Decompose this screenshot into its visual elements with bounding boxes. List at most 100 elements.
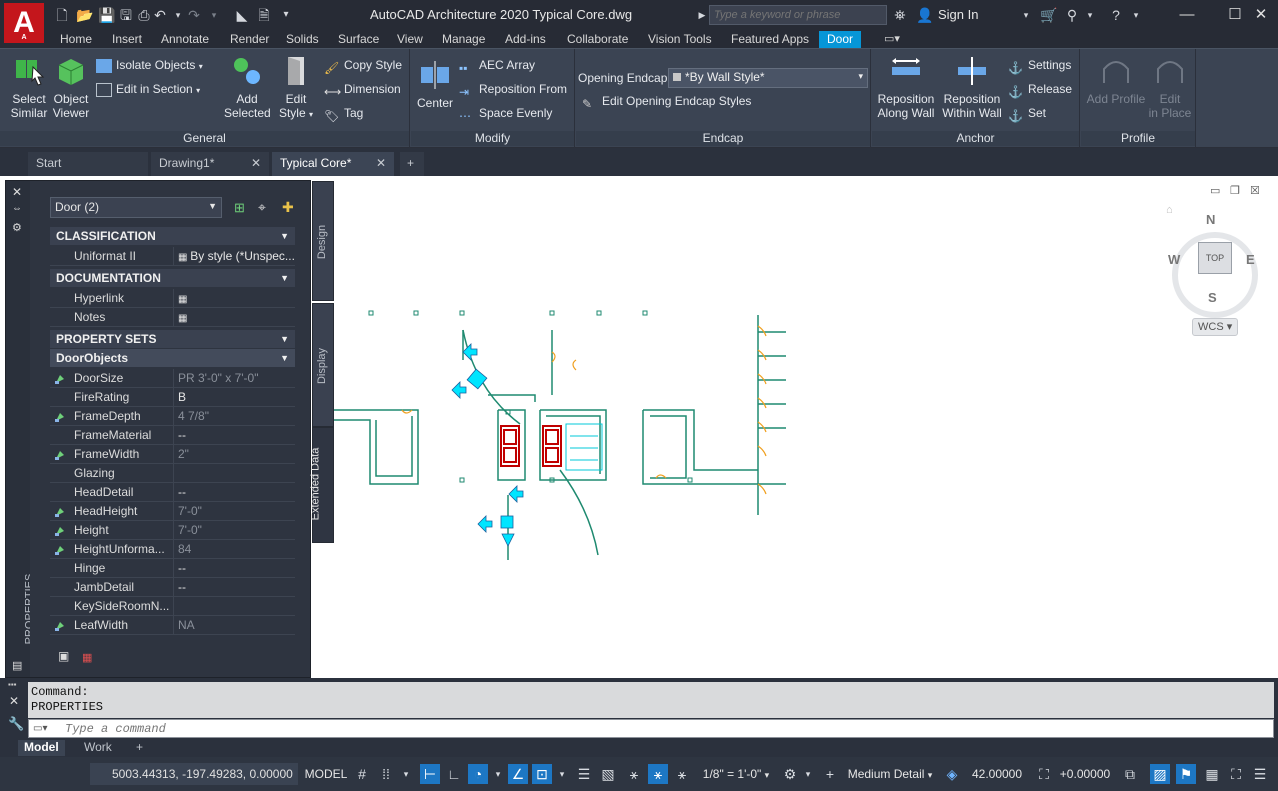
property-row[interactable]: Glazing <box>50 464 295 483</box>
property-value[interactable]: PR 3'-0" x 7'-0" <box>173 369 295 387</box>
property-row[interactable]: Notes ▦ <box>50 308 295 327</box>
hardware-acceleration-icon[interactable]: ▨ <box>1150 764 1170 784</box>
compass-south[interactable]: S <box>1208 290 1217 305</box>
property-value[interactable] <box>173 597 295 615</box>
sign-in-dropdown-icon[interactable]: ▾ <box>1018 7 1034 23</box>
grip-icon[interactable]: ▪▪▪ <box>8 680 17 689</box>
share-icon[interactable]: ◣ <box>234 7 250 23</box>
property-row[interactable]: FrameDepth 4 7/8" <box>50 407 295 426</box>
user-icon[interactable]: 👤 <box>916 7 933 23</box>
open-folder-icon[interactable]: 📂 <box>76 7 93 23</box>
fullscreen-icon[interactable]: ⛶ <box>1226 764 1246 784</box>
property-row[interactable]: JambDetail -- <box>50 578 295 597</box>
search-input[interactable] <box>709 5 887 25</box>
undo-dropdown-icon[interactable]: ▾ <box>170 7 186 23</box>
property-row[interactable]: LeafWidth NA <box>50 616 295 635</box>
transparency-icon[interactable]: ▧ <box>598 764 618 784</box>
isolate-objects-button[interactable]: Isolate Objects ▾ <box>96 56 203 74</box>
dimension-button[interactable]: ⟷ Dimension <box>324 80 401 99</box>
property-row[interactable]: Height 7'-0" <box>50 521 295 540</box>
reposition-within-wall-button[interactable]: Reposition Within Wall <box>940 55 1004 120</box>
add-selected-button[interactable]: Add Selected <box>224 55 271 120</box>
anchor-settings-button[interactable]: ⚓ Settings <box>1008 56 1071 75</box>
tab-work[interactable]: Work <box>78 740 118 756</box>
property-row[interactable]: FireRating B <box>50 388 295 407</box>
new-icon[interactable]: 🗋 <box>54 7 70 23</box>
save-icon[interactable]: 💾 <box>98 7 115 23</box>
ortho-icon[interactable]: ∟ <box>444 764 464 784</box>
application-menu-button[interactable]: AA <box>4 3 44 43</box>
command-customize-icon[interactable]: 🔧 <box>8 716 24 732</box>
home-icon[interactable]: ⌂ <box>1166 204 1173 216</box>
viewcube[interactable]: ⌂ N S E W TOP WCS ▾ <box>1160 200 1270 350</box>
tab-insert[interactable]: Insert <box>112 31 142 48</box>
tab-annotate[interactable]: Annotate <box>161 31 209 48</box>
object-snap-icon[interactable]: ⊡ <box>532 764 552 784</box>
copy-style-button[interactable]: 🖌 Copy Style <box>324 56 402 75</box>
doc-tab-drawing1[interactable]: Drawing1* ✕ <box>151 152 269 176</box>
property-value[interactable]: 7'-0" <box>173 502 295 520</box>
opening-endcap-dropdown[interactable]: *By Wall Style* ▾ <box>668 68 868 88</box>
property-row[interactable]: Hyperlink ▦ <box>50 289 295 308</box>
maximize-button[interactable]: ☐ <box>1224 4 1246 26</box>
select-similar-button[interactable]: Select Similar <box>6 55 52 120</box>
print-icon[interactable]: ⎙ <box>136 7 152 23</box>
aec-array-button[interactable]: ▪▪ AEC Array <box>459 56 535 75</box>
tab-featured-apps[interactable]: Featured Apps <box>731 31 809 48</box>
lineweight-icon[interactable]: ☰ <box>574 764 594 784</box>
command-menu-icon[interactable]: ▭▾ <box>33 723 47 734</box>
section-property-sets[interactable]: PROPERTY SETS ▼ <box>50 330 295 348</box>
redo-dropdown-icon[interactable]: ▾ <box>206 7 222 23</box>
polar-tracking-icon[interactable]: ◔ <box>468 764 488 784</box>
section-door-objects[interactable]: DoorObjects ▼ <box>50 349 295 367</box>
close-icon[interactable]: ✕ <box>251 152 261 174</box>
infer-constraints-icon[interactable]: ⊢ <box>420 764 440 784</box>
cart-icon[interactable]: 🛒 <box>1040 7 1057 23</box>
minimize-button[interactable]: — <box>1176 4 1198 26</box>
section-classification[interactable]: CLASSIFICATION ▼ <box>50 227 295 245</box>
export-icon[interactable]: 🗎 <box>256 7 272 23</box>
close-button[interactable]: ✕ <box>1250 4 1272 26</box>
palette-autohide-icon[interactable]: ⇔ <box>12 203 22 214</box>
property-value[interactable]: 2" <box>173 445 295 463</box>
pickadd-icon[interactable]: ✚ <box>282 199 294 216</box>
quick-select-icon[interactable]: ⊞ <box>234 200 245 216</box>
sign-in-link[interactable]: Sign In <box>938 7 978 22</box>
viewport-minimize-button[interactable]: ▭ <box>1210 184 1220 197</box>
viewport-restore-button[interactable]: ❐ <box>1230 184 1240 197</box>
property-row[interactable]: FrameMaterial -- <box>50 426 295 445</box>
app-dropdown-icon[interactable]: ▾ <box>1082 7 1098 23</box>
plus-icon[interactable]: + <box>820 764 840 784</box>
property-value[interactable]: -- <box>173 483 295 501</box>
grid-icon[interactable]: # <box>352 764 372 784</box>
clean-screen-icon[interactable]: ▦ <box>1202 764 1222 784</box>
workspace-gear-icon[interactable]: ⚙ <box>780 764 800 784</box>
tag-button[interactable]: 🏷 Tag <box>324 104 363 123</box>
center-button[interactable]: Center <box>415 59 455 110</box>
compass-north[interactable]: N <box>1206 212 1215 227</box>
help-icon[interactable]: ? <box>1108 7 1124 23</box>
property-row[interactable]: Uniformat II ▦ By style (*Unspec... <box>50 247 295 266</box>
property-value[interactable] <box>173 464 295 482</box>
binoculars-icon[interactable]: ⛯ <box>892 7 908 23</box>
property-value[interactable]: NA <box>173 616 295 634</box>
property-row[interactable]: DoorSize PR 3'-0" x 7'-0" <box>50 369 295 388</box>
doc-tab-typical-core[interactable]: Typical Core* ✕ <box>272 152 394 176</box>
viewcube-top-face[interactable]: TOP <box>1198 242 1232 274</box>
snap-dropdown-icon[interactable]: ▾ <box>396 764 416 784</box>
ribbon-options-icon[interactable]: ▭▾ <box>884 31 900 48</box>
new-tab-button[interactable]: + <box>400 152 424 176</box>
object-viewer-button[interactable]: Object Viewer <box>50 55 92 120</box>
elevation-icon[interactable]: ◈ <box>942 764 962 784</box>
undo-icon[interactable]: ↶ <box>152 7 168 23</box>
chevron-right-icon[interactable]: ▶ <box>694 7 710 23</box>
polar-dropdown-icon[interactable]: ▾ <box>488 764 508 784</box>
qat-customize-icon[interactable]: ▾ <box>278 7 294 23</box>
cut-plane-icon[interactable]: ⛶ <box>1034 764 1054 784</box>
property-value[interactable]: B <box>173 388 295 406</box>
tab-view[interactable]: View <box>397 31 423 48</box>
isolate-icon[interactable]: ⚑ <box>1176 764 1196 784</box>
tab-collaborate[interactable]: Collaborate <box>567 31 628 48</box>
tab-door[interactable]: Door <box>819 31 862 48</box>
doc-tab-start[interactable]: Start <box>28 152 148 176</box>
